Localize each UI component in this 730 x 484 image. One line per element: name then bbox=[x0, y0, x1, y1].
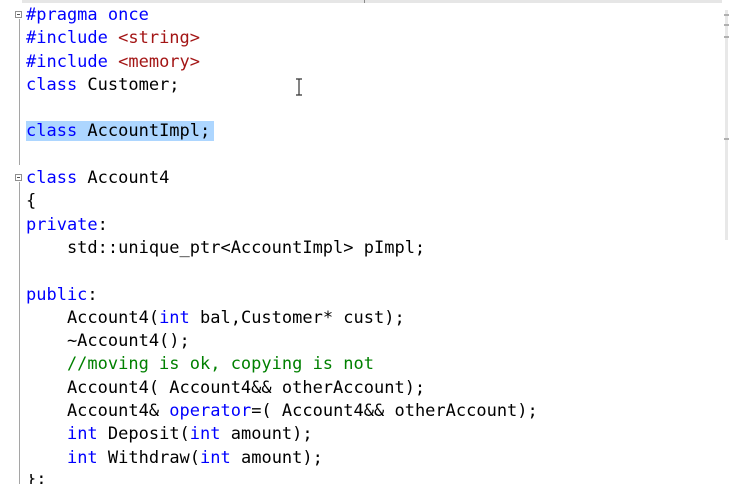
code-token: Deposit( bbox=[97, 424, 190, 445]
code-line[interactable]: Account4( Account4&& otherAccount); bbox=[26, 377, 722, 400]
code-token: amount); bbox=[230, 447, 323, 468]
code-token: public bbox=[26, 284, 88, 305]
code-token: #pragma bbox=[26, 5, 108, 25]
code-token: <memory> bbox=[118, 51, 201, 72]
code-token: int bbox=[66, 424, 98, 445]
code-line[interactable]: public: bbox=[26, 284, 722, 307]
editor-gutter bbox=[0, 0, 22, 484]
code-token: int bbox=[189, 424, 221, 445]
code-line[interactable]: Account4(int bal,Customer* cust); bbox=[26, 307, 722, 330]
code-token: ~Account4(); bbox=[26, 331, 190, 352]
editor-top-border bbox=[0, 0, 730, 3]
code-token: Account4& bbox=[26, 401, 170, 422]
code-line[interactable] bbox=[26, 260, 722, 283]
scroll-marker bbox=[724, 14, 729, 16]
code-token: class bbox=[26, 74, 78, 95]
code-editor[interactable]: #pragma once #include <string> #include <m… bbox=[0, 0, 730, 484]
code-token: #include bbox=[26, 28, 119, 49]
code-line[interactable]: Account4& operator=( Account4&& otherAcc… bbox=[26, 400, 722, 423]
code-token: class bbox=[26, 168, 78, 189]
code-line[interactable]: std::unique_ptr<AccountImpl> pImpl; bbox=[26, 237, 722, 260]
code-line[interactable]: class Account4 bbox=[26, 167, 722, 190]
code-token: std::unique_ptr<AccountImpl> pImpl; bbox=[26, 237, 426, 258]
code-token: { bbox=[26, 191, 37, 212]
code-token: int bbox=[200, 447, 231, 468]
vertical-scrollbar[interactable] bbox=[722, 0, 730, 484]
code-token: int bbox=[159, 307, 190, 328]
code-token: int bbox=[66, 447, 98, 468]
code-token: once bbox=[107, 5, 149, 25]
scroll-marker bbox=[724, 24, 729, 26]
code-token: Customer; bbox=[77, 74, 180, 95]
partial-code-line: }; bbox=[26, 474, 47, 484]
code-line[interactable]: int Deposit(int amount); bbox=[26, 423, 722, 446]
code-token: private bbox=[26, 214, 98, 235]
code-token: class bbox=[26, 121, 78, 142]
code-token: : bbox=[87, 284, 98, 305]
code-line[interactable]: //moving is ok, copying is not bbox=[26, 353, 722, 376]
fold-toggle-icon[interactable] bbox=[15, 11, 22, 18]
code-line[interactable]: #include <memory> bbox=[26, 51, 722, 74]
split-marker bbox=[364, 0, 365, 3]
code-token: operator bbox=[169, 401, 252, 422]
code-token: : bbox=[97, 214, 108, 235]
scroll-marker bbox=[724, 138, 729, 140]
code-line[interactable] bbox=[26, 97, 722, 120]
code-token: #include bbox=[26, 51, 119, 72]
code-area[interactable]: #pragma once #include <string> #include <m… bbox=[26, 4, 722, 470]
code-token: amount); bbox=[220, 424, 313, 445]
scroll-marker bbox=[724, 36, 729, 38]
selection-highlight: class AccountImpl; bbox=[26, 121, 215, 142]
code-line[interactable]: { bbox=[26, 190, 722, 213]
fold-line bbox=[19, 19, 20, 165]
code-token: Account4 bbox=[77, 168, 170, 189]
code-token: AccountImpl; bbox=[77, 121, 211, 142]
fold-toggle-icon[interactable] bbox=[15, 174, 22, 181]
code-line[interactable]: int Withdraw(int amount); bbox=[26, 447, 722, 470]
code-line[interactable]: #pragma once bbox=[26, 4, 722, 27]
code-token: Withdraw( bbox=[97, 447, 201, 468]
code-token: =( Account4&& otherAccount); bbox=[251, 401, 538, 422]
code-line[interactable]: private: bbox=[26, 214, 722, 237]
code-line[interactable] bbox=[26, 144, 722, 167]
code-token: <string> bbox=[118, 28, 201, 49]
fold-line bbox=[19, 182, 20, 484]
code-line[interactable]: ~Account4(); bbox=[26, 330, 722, 353]
text-cursor-icon bbox=[296, 78, 302, 96]
code-line[interactable]: class AccountImpl; bbox=[26, 120, 722, 143]
code-line[interactable]: class Customer; bbox=[26, 74, 722, 97]
code-token: Account4( bbox=[26, 307, 160, 328]
code-line[interactable]: #include <string> bbox=[26, 27, 722, 50]
code-token: bal,Customer* cust); bbox=[189, 307, 405, 328]
scrollbar-thumb[interactable] bbox=[725, 10, 728, 240]
code-token: Account4( Account4&& otherAccount); bbox=[26, 377, 426, 398]
code-token: //moving is ok, copying is not bbox=[26, 354, 374, 375]
